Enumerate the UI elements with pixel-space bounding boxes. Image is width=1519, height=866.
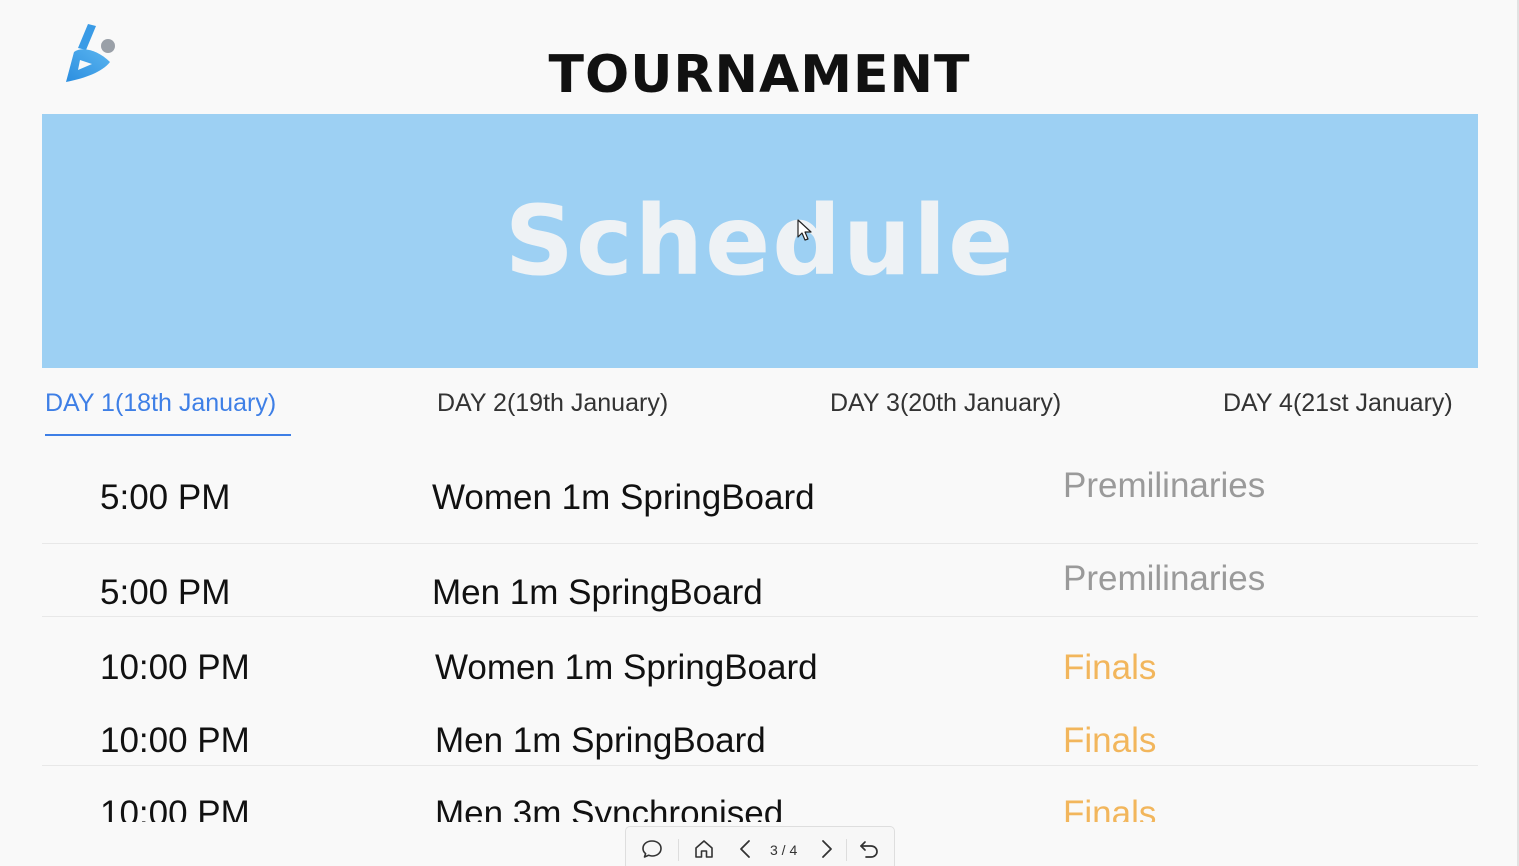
event-time: 10:00 PM [100, 794, 250, 822]
toolbar-separator [678, 839, 679, 861]
undo-icon[interactable] [857, 837, 881, 861]
event-name: Women 1m SpringBoard [435, 648, 818, 687]
event-stage: Finals [1063, 648, 1157, 687]
event-time: 5:00 PM [100, 573, 231, 612]
event-time: 5:00 PM [100, 478, 231, 517]
event-stage: Finals [1063, 721, 1157, 760]
chevron-left-icon[interactable] [734, 837, 758, 861]
event-name: Men 3m Synchronised [435, 794, 784, 822]
event-name: Men 1m SpringBoard [432, 573, 763, 612]
schedule-list: 5:00 PM Women 1m SpringBoard Premilinari… [0, 0, 1519, 822]
event-time: 10:00 PM [100, 648, 250, 687]
event-stage: Premilinaries [1063, 559, 1266, 598]
event-stage: Finals [1063, 794, 1157, 822]
chevron-right-icon[interactable] [814, 837, 838, 861]
row-divider [42, 543, 1478, 544]
event-name: Men 1m SpringBoard [435, 721, 766, 760]
presentation-toolbar: 3 / 4 [625, 826, 895, 866]
event-stage: Premilinaries [1063, 466, 1266, 505]
slide-page: TOURNAMENT Schedule DAY 1(18th January) … [0, 0, 1519, 866]
toolbar-separator [846, 839, 847, 861]
row-divider [42, 765, 1478, 766]
row-divider [42, 616, 1478, 617]
event-time: 10:00 PM [100, 721, 250, 760]
event-name: Women 1m SpringBoard [432, 478, 815, 517]
comment-icon[interactable] [640, 837, 664, 861]
page-indicator: 3 / 4 [770, 842, 798, 858]
home-icon[interactable] [692, 837, 716, 861]
